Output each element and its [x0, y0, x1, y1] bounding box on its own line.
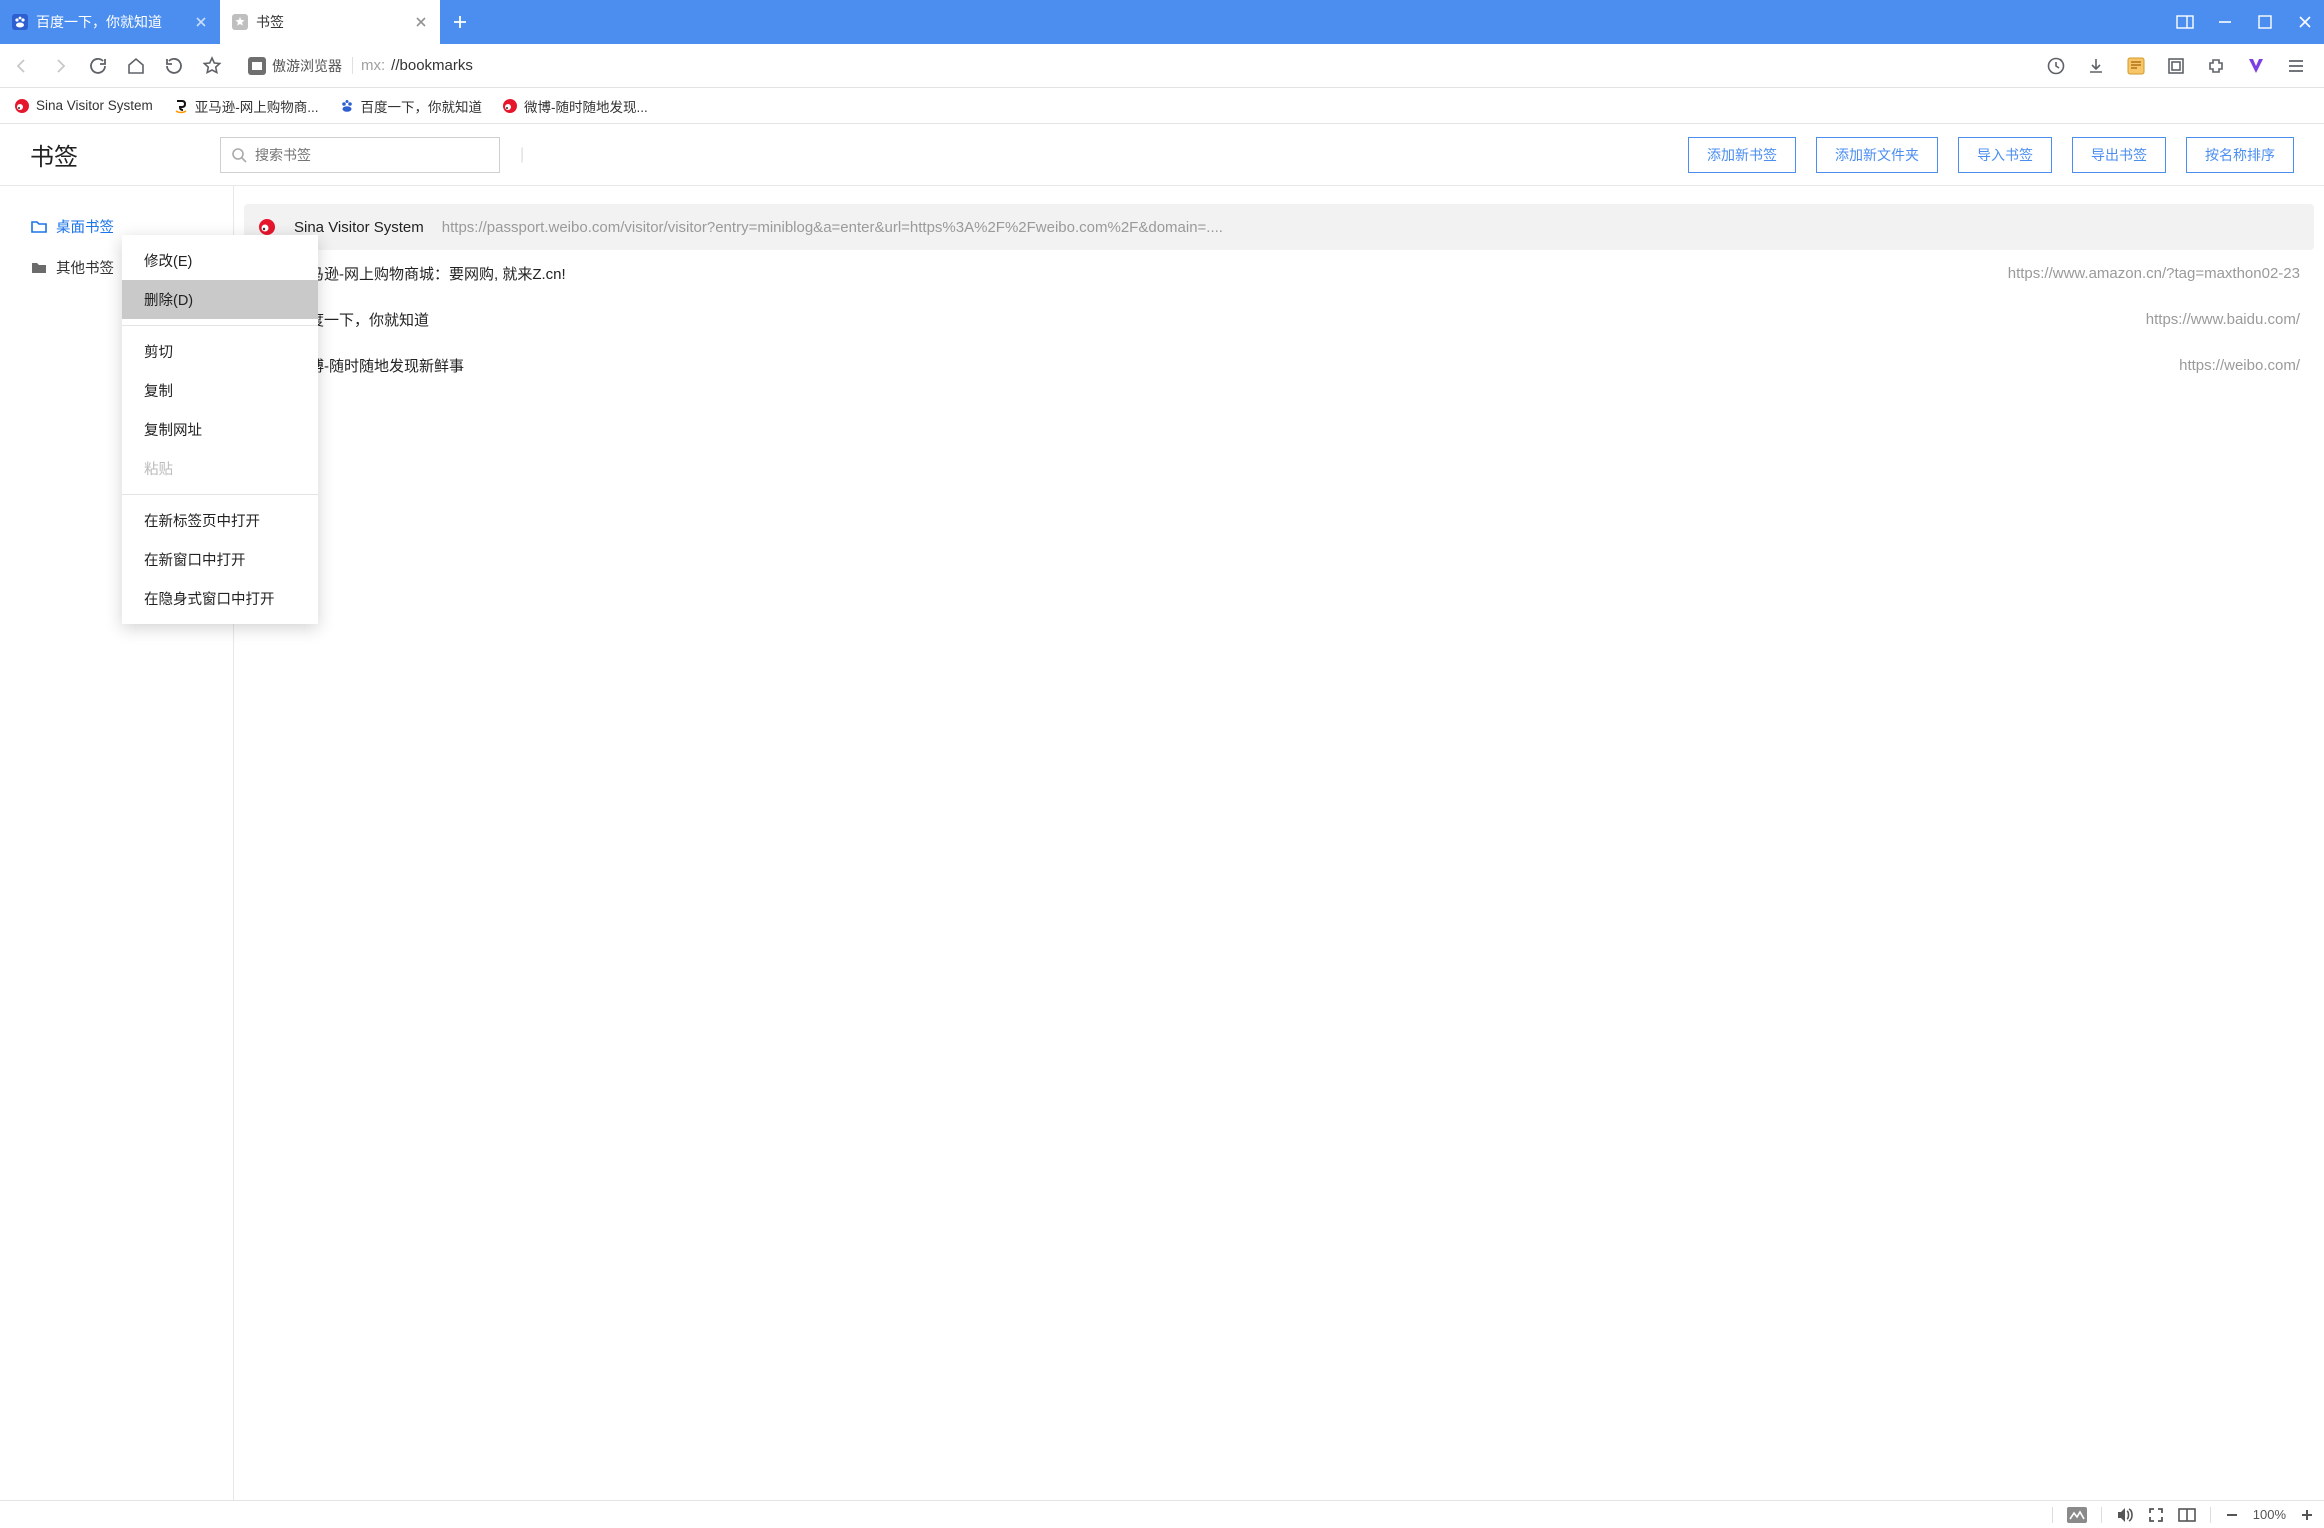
bookmark-row[interactable]: Sina Visitor System https://passport.wei… — [244, 204, 2314, 250]
weibo-icon — [14, 98, 30, 114]
add-bookmark-button[interactable]: 添加新书签 — [1688, 137, 1796, 173]
import-button[interactable]: 导入书签 — [1958, 137, 2052, 173]
zoom-level: 100% — [2253, 1507, 2286, 1522]
bookmarks-bar: Sina Visitor System 亚马逊-网上购物商... 百度一下，你就… — [0, 88, 2324, 124]
menu-item-cut[interactable]: 剪切 — [122, 332, 318, 371]
close-icon[interactable] — [414, 15, 428, 29]
bookmark-bar-item[interactable]: 亚马逊-网上购物商... — [173, 96, 319, 116]
toolbar: 傲游浏览器 mx: //bookmarks — [0, 44, 2324, 88]
history-icon[interactable] — [2044, 54, 2068, 78]
menu-item-copy-url[interactable]: 复制网址 — [122, 410, 318, 449]
sidebar-item-label: 桌面书签 — [56, 216, 114, 237]
menu-separator — [122, 494, 318, 495]
menu-item-copy[interactable]: 复制 — [122, 371, 318, 410]
bookmark-row[interactable]: 微博-随时随地发现新鲜事 https://weibo.com/ — [244, 342, 2314, 388]
bookmark-bar-item[interactable]: Sina Visitor System — [14, 98, 153, 114]
close-window-button[interactable] — [2294, 11, 2316, 33]
bookmark-list: Sina Visitor System https://passport.wei… — [234, 186, 2324, 1500]
screenshot-icon[interactable] — [2164, 54, 2188, 78]
forward-button[interactable] — [48, 54, 72, 78]
context-menu: 修改(E) 删除(D) 剪切 复制 复制网址 粘贴 在新标签页中打开 在新窗口中… — [122, 235, 318, 624]
search-icon — [231, 147, 247, 163]
menu-item-open-new-tab[interactable]: 在新标签页中打开 — [122, 501, 318, 540]
zoom-out-button[interactable] — [2225, 1508, 2239, 1522]
sidebar-item-label: 其他书签 — [56, 257, 114, 278]
panel-icon[interactable] — [2174, 11, 2196, 33]
folder-outline-icon — [30, 218, 48, 236]
search-input[interactable] — [255, 147, 489, 163]
bookmark-bar-item[interactable]: 百度一下，你就知道 — [339, 96, 483, 116]
address-bar[interactable]: 傲游浏览器 mx: //bookmarks — [238, 51, 2030, 81]
maximize-button[interactable] — [2254, 11, 2276, 33]
menu-item-open-incognito[interactable]: 在隐身式窗口中打开 — [122, 579, 318, 618]
zoom-in-button[interactable] — [2300, 1508, 2314, 1522]
close-icon[interactable] — [194, 15, 208, 29]
add-folder-button[interactable]: 添加新文件夹 — [1816, 137, 1938, 173]
site-icon — [248, 57, 266, 75]
amazon-icon — [173, 98, 189, 114]
v-icon[interactable] — [2244, 54, 2268, 78]
titlebar: 百度一下，你就知道 书签 — [0, 0, 2324, 44]
tab-title: 百度一下，你就知道 — [36, 12, 186, 32]
folder-solid-icon — [30, 259, 48, 277]
favorite-button[interactable] — [200, 54, 224, 78]
download-icon[interactable] — [2084, 54, 2108, 78]
fullscreen-icon[interactable] — [2148, 1507, 2164, 1523]
menu-separator — [122, 325, 318, 326]
back-button[interactable] — [10, 54, 34, 78]
weibo-icon — [502, 98, 518, 114]
bookmark-bar-item[interactable]: 微博-随时随地发现... — [502, 96, 648, 116]
bookmark-row[interactable]: 亚马逊-网上购物商城：要网购, 就来Z.cn! https://www.amaz… — [244, 250, 2314, 296]
network-icon[interactable] — [2067, 1507, 2087, 1523]
export-button[interactable]: 导出书签 — [2072, 137, 2166, 173]
bookmark-row[interactable]: 百度一下，你就知道 https://www.baidu.com/ — [244, 296, 2314, 342]
page-header: 书签 | 添加新书签 添加新文件夹 导入书签 导出书签 按名称排序 — [0, 124, 2324, 186]
menu-button[interactable] — [2284, 54, 2308, 78]
menu-item-delete[interactable]: 删除(D) — [122, 280, 318, 319]
tab-bookmarks[interactable]: 书签 — [220, 0, 440, 44]
site-label: 傲游浏览器 — [272, 56, 342, 76]
page-title: 书签 — [30, 137, 200, 172]
minimize-button[interactable] — [2214, 11, 2236, 33]
undo-button[interactable] — [162, 54, 186, 78]
menu-item-paste: 粘贴 — [122, 449, 318, 488]
star-icon — [232, 14, 248, 30]
search-box[interactable] — [220, 137, 500, 173]
statusbar: 100% — [0, 1500, 2324, 1528]
url-scheme: mx: — [361, 57, 385, 74]
new-tab-button[interactable] — [440, 0, 480, 44]
menu-item-edit[interactable]: 修改(E) — [122, 241, 318, 280]
home-button[interactable] — [124, 54, 148, 78]
reload-button[interactable] — [86, 54, 110, 78]
baidu-icon — [339, 98, 355, 114]
note-icon[interactable] — [2124, 54, 2148, 78]
sort-button[interactable]: 按名称排序 — [2186, 137, 2294, 173]
window-controls — [2174, 0, 2324, 44]
split-icon[interactable] — [2178, 1508, 2196, 1522]
tab-title: 书签 — [256, 12, 406, 32]
tab-baidu[interactable]: 百度一下，你就知道 — [0, 0, 220, 44]
menu-item-open-new-window[interactable]: 在新窗口中打开 — [122, 540, 318, 579]
baidu-icon — [12, 14, 28, 30]
volume-icon[interactable] — [2116, 1507, 2134, 1523]
url-path: //bookmarks — [391, 57, 473, 74]
weibo-icon — [258, 218, 276, 236]
extensions-icon[interactable] — [2204, 54, 2228, 78]
